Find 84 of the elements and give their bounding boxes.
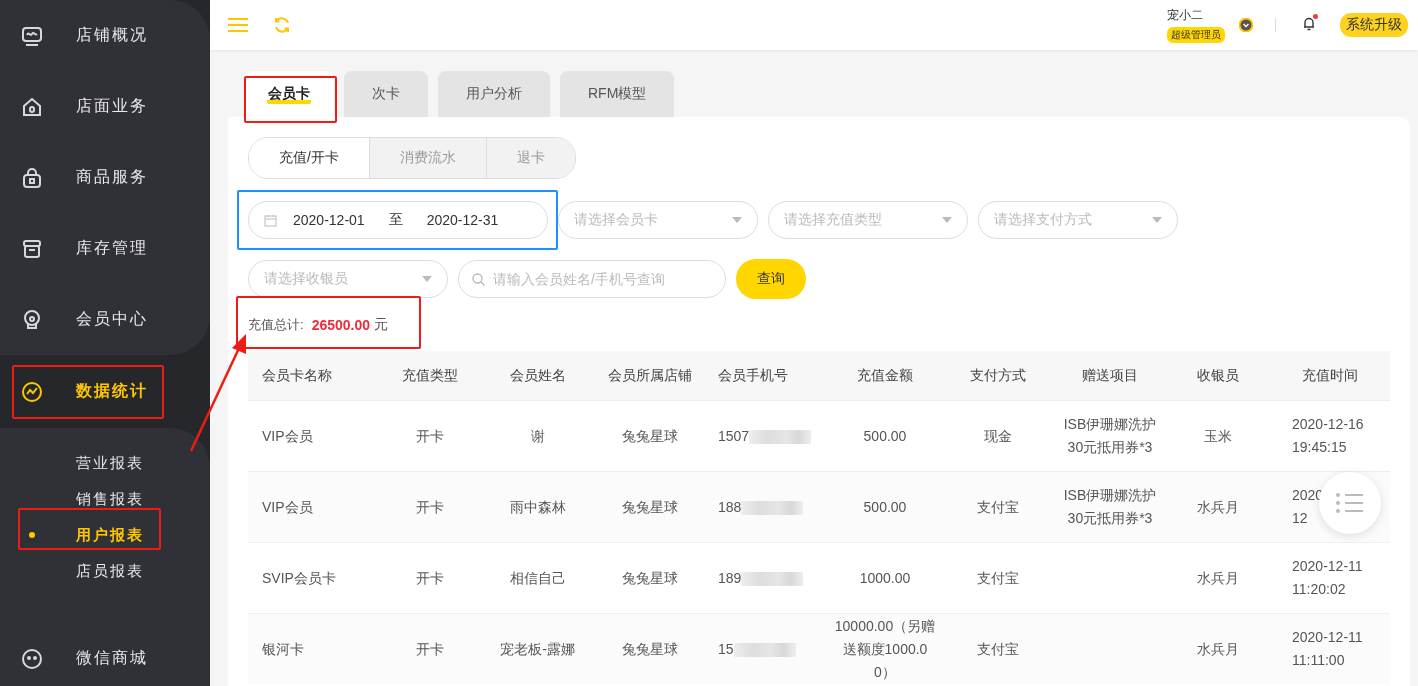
- table-cell: 500.00: [863, 427, 907, 444]
- chat-icon: [20, 646, 44, 671]
- total-label: 充值总计:: [248, 316, 304, 334]
- table-cell: 2020-12-16 19:45:15: [1292, 416, 1364, 455]
- search-icon: [472, 273, 485, 286]
- table-cell: 支付宝: [976, 569, 1019, 586]
- table-cell: 支付宝: [976, 498, 1019, 515]
- table-cell: 开卡: [416, 498, 444, 515]
- table-cell: 2020-12-11 11:11:00: [1292, 629, 1363, 668]
- upgrade-button[interactable]: 系统升级: [1340, 13, 1408, 37]
- tab[interactable]: 用户分析: [438, 71, 550, 117]
- table-cell: 15: [718, 640, 734, 657]
- role-badge: 超级管理员: [1167, 27, 1225, 43]
- table-cell: 水兵月: [1196, 569, 1239, 586]
- column-header: 会员所属店铺: [590, 351, 710, 401]
- tab[interactable]: RFM模型: [560, 71, 675, 117]
- table-cell: VIP会员: [262, 427, 313, 444]
- user-name: 宠小二: [1167, 7, 1203, 24]
- table-cell: 2020-12-11 11:20:02: [1292, 558, 1363, 597]
- table-cell: 兔兔星球: [622, 640, 678, 657]
- column-header: 会员手机号: [710, 351, 830, 401]
- column-header: 充值时间: [1270, 351, 1390, 401]
- chart-icon: [20, 379, 44, 404]
- table-cell: 水兵月: [1196, 498, 1239, 515]
- dropdown-icon[interactable]: [1239, 18, 1253, 32]
- column-header: 充值金额: [830, 351, 940, 401]
- column-header: 收银员: [1165, 351, 1270, 401]
- column-header: 赠送项目: [1055, 351, 1165, 401]
- table-cell: 兔兔星球: [622, 427, 678, 444]
- table-cell: 10000.00（另赠送额度1000.00）: [834, 617, 936, 680]
- submenu-item[interactable]: 用户报表: [0, 517, 210, 553]
- redaction-blur: [741, 500, 804, 515]
- table-cell: 谢: [530, 427, 545, 444]
- column-header: 支付方式: [940, 351, 1055, 401]
- table-cell: 开卡: [416, 427, 444, 444]
- table-cell: 189: [718, 569, 742, 586]
- table-cell: 兔兔星球: [622, 498, 678, 515]
- table-cell: ISB伊珊娜洗护30元抵用券*3: [1063, 487, 1157, 526]
- table-cell: 188: [718, 498, 742, 515]
- submenu-item[interactable]: 销售报表: [0, 481, 210, 517]
- search-field[interactable]: 请输入会员姓名/手机号查询: [458, 260, 726, 298]
- submenu-item[interactable]: 店员报表: [0, 553, 210, 589]
- column-header: 会员姓名: [485, 351, 590, 401]
- bell-icon[interactable]: [1302, 15, 1316, 31]
- table-cell: 开卡: [416, 569, 444, 586]
- table-cell: 水兵月: [1196, 640, 1239, 657]
- redaction-blur: [733, 642, 796, 657]
- table-cell: 兔兔星球: [622, 569, 678, 586]
- sidebar-item[interactable]: 店铺概况: [0, 0, 210, 71]
- table-cell: 雨中森林: [509, 498, 566, 515]
- table-cell: VIP会员: [262, 498, 313, 515]
- submenu-item[interactable]: 营业报表: [0, 445, 210, 481]
- column-header: 充值类型: [375, 351, 485, 401]
- table-cell: 现金: [983, 427, 1012, 444]
- tab[interactable]: 次卡: [344, 71, 428, 117]
- total-value: 26500.00: [311, 317, 371, 333]
- refresh-icon[interactable]: [273, 16, 291, 34]
- table-cell: 1507: [718, 427, 750, 444]
- menu-icon[interactable]: [227, 17, 249, 33]
- sidebar-item[interactable]: 库存管理: [0, 213, 210, 284]
- currency-unit: 元: [374, 316, 389, 334]
- bullet-icon: [29, 532, 35, 538]
- list-icon: [1335, 492, 1365, 514]
- tab[interactable]: 会员卡: [244, 71, 334, 117]
- calendar-icon: [264, 213, 277, 227]
- table-cell: 宠老板-露娜: [500, 640, 575, 657]
- table-cell: 相信自己: [509, 569, 566, 586]
- table-cell: 银河卡: [262, 640, 304, 657]
- query-button[interactable]: 查询: [736, 259, 806, 299]
- redaction-blur: [741, 571, 804, 586]
- table-cell: 支付宝: [976, 640, 1019, 657]
- column-header: 会员卡名称: [248, 351, 375, 401]
- sidebar-item[interactable]: 店面业务: [0, 71, 210, 142]
- bag-icon: [20, 165, 44, 190]
- redaction-blur: [749, 429, 812, 444]
- table-cell: ISB伊珊娜洗护30元抵用券*3: [1063, 416, 1157, 455]
- sidebar-item[interactable]: 微信商城: [0, 623, 210, 686]
- sidebar-item[interactable]: 会员中心: [0, 284, 210, 355]
- table-cell: 玉米: [1203, 427, 1232, 444]
- table-cell: SVIP会员卡: [262, 569, 336, 586]
- table-cell: 开卡: [416, 640, 444, 657]
- table-cell: 500.00: [863, 498, 907, 515]
- sidebar-item[interactable]: 商品服务: [0, 142, 210, 213]
- table-cell: 1000.00: [859, 569, 911, 586]
